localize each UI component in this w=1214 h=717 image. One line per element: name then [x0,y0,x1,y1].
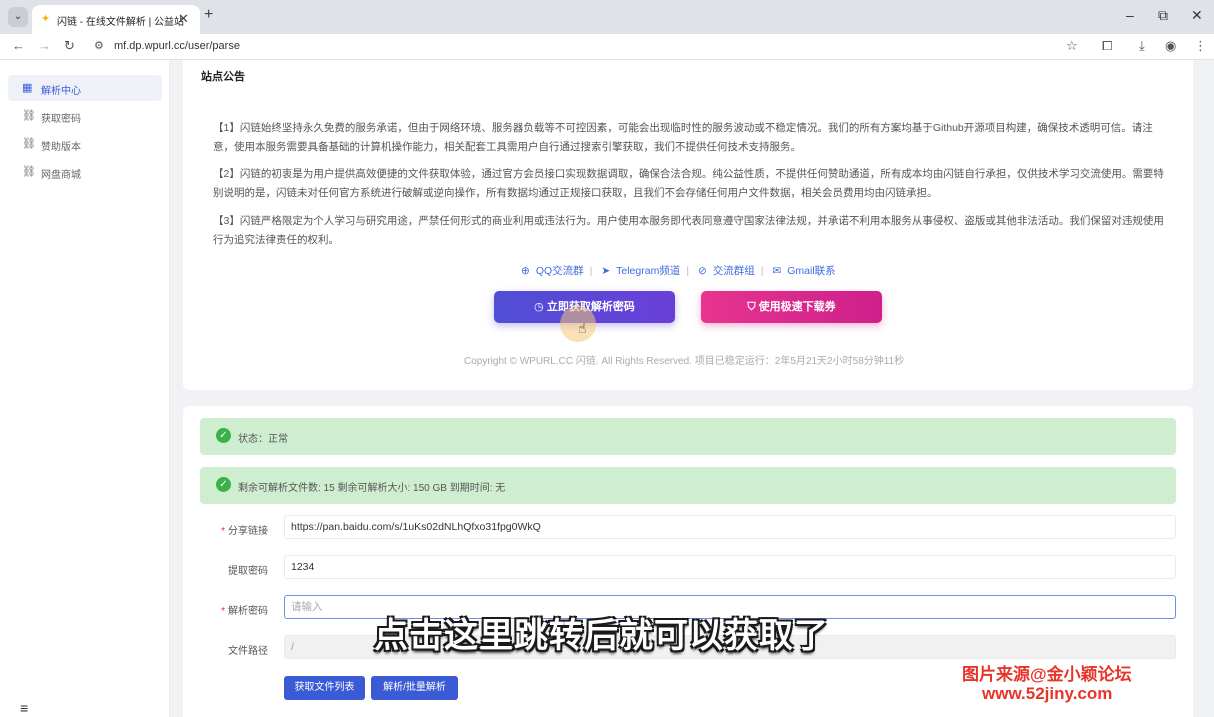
extensions-icon[interactable]: ⧠ [1102,38,1112,54]
profile-icon[interactable]: ◉ [1165,38,1176,54]
shield-icon: ⛉ [747,301,756,313]
tab-title: 闪链 - 在线文件解析 | 公益站 [57,17,185,28]
telegram-icon: ➤ [601,265,611,277]
announcement-title: 站点公告 [201,71,245,83]
globe-icon: ⊕ [521,265,530,277]
link-icon: ⛓ [22,138,36,150]
get-file-list-button[interactable]: 获取文件列表 [284,676,365,700]
grid-icon: ▦ [22,82,33,94]
watermark-url: www.52jiny.com [982,684,1113,703]
reload-icon[interactable]: ↻ [64,38,75,54]
status-alert: ✓ 状态：正常 [200,418,1176,455]
link-icon: ⛓ [22,110,36,122]
quota-alert: ✓ 剩余可解析文件数: 15 剩余可解析大小: 150 GB 到期时间: 无 [200,467,1176,504]
close-tab-icon[interactable]: ✕ [178,11,189,27]
sidebar-item-label: 网盘商城 [41,170,81,181]
file-path-label: 文件路径 [228,646,268,657]
announcement-paragraph: 【1】闪链始终坚持永久免费的服务承诺，但由于网络环境、服务器负载等不可控因素，可… [213,122,1153,153]
group-icon: ⊘ [697,265,707,277]
url-field[interactable]: ⚙ mf.dp.wpurl.cc/user/parse [88,37,1098,57]
browser-tabbar: ⌄ ✦ 闪链 - 在线文件解析 | 公益站 ✕ + – ⧉ ✕ [0,0,1214,34]
check-circle-icon: ✓ [216,477,231,492]
site-info-icon[interactable]: ⚙ [94,39,104,52]
collapse-menu-icon[interactable]: ≡ [20,700,28,716]
check-circle-icon: ✓ [216,428,231,443]
group-link[interactable]: 交流群组 [713,265,755,277]
link-icon: ⛓ [22,166,36,178]
watermark-source: 图片来源@金小颖论坛 [962,665,1132,684]
fast-download-coupon-label: 使用极速下载券 [758,301,836,313]
announcement-paragraph: 【2】闪链的初衷是为用户提供高效便捷的文件获取体验，通过官方会员接口实现数据调取… [213,168,1164,199]
sidebar-item-label: 赞助版本 [41,142,81,153]
hand-cursor-icon: ☝ [578,320,587,336]
share-link-input[interactable] [284,515,1176,539]
share-link-label: * 分享链接 [221,526,268,537]
minimize-icon[interactable]: – [1126,7,1134,23]
telegram-link[interactable]: Telegram频道 [616,265,680,277]
copyright-text: Copyright © WPURL.CC 闪链. All Rights Rese… [464,356,905,367]
announcement-paragraph: 【3】闪链严格限定为个人学习与研究用途，严禁任何形式的商业利用或违法行为。用户使… [213,215,1164,246]
sidebar-item-shop[interactable]: ⛓ 网盘商城 [8,159,162,185]
forward-icon[interactable]: → [38,38,51,53]
clock-icon: ◷ [534,301,544,313]
browser-tab[interactable]: ✦ 闪链 - 在线文件解析 | 公益站 ✕ [32,5,200,34]
sidebar-item-parse-center[interactable]: ▦ 解析中心 [8,75,162,101]
sidebar-item-sponsor[interactable]: ⛓ 赞助版本 [8,131,162,157]
download-icon[interactable]: ⤓ [1139,38,1145,54]
contact-links: ⊕ QQ交流群 | ➤ Telegram频道 | ⊘ 交流群组 | ✉ Gmail联系 [521,265,836,277]
sidebar: ▦ 解析中心 ⛓ 获取密码 ⛓ 赞助版本 ⛓ 网盘商城 ≡ [0,60,170,717]
qq-group-link[interactable]: QQ交流群 [536,265,584,277]
extract-code-input[interactable] [284,555,1176,579]
sidebar-item-get-password[interactable]: ⛓ 获取密码 [8,103,162,129]
parse-password-label: * 解析密码 [221,606,268,617]
address-bar: ← → ↻ ⚙ mf.dp.wpurl.cc/user/parse ☆ ⧠ ⤓ … [0,34,1214,60]
new-tab-icon[interactable]: + [204,6,213,24]
announcement-card: 站点公告 【1】闪链始终坚持永久免费的服务承诺，但由于网络环境、服务器负载等不可… [183,60,1193,390]
tab-list-chevron-icon[interactable]: ⌄ [8,7,28,27]
back-icon[interactable]: ← [12,38,25,53]
video-subtitle: 点击这里跳转后就可以获取了 [374,617,829,655]
sidebar-item-label: 获取密码 [41,114,81,125]
status-text: 状态：正常 [238,434,288,445]
fast-download-coupon-button[interactable]: ⛉ 使用极速下载券 [701,291,882,323]
menu-icon[interactable]: ⋮ [1194,38,1207,54]
window-close-icon[interactable]: ✕ [1191,7,1203,24]
gmail-link[interactable]: Gmail联系 [787,265,835,277]
url-text: mf.dp.wpurl.cc/user/parse [114,40,240,52]
favicon-icon: ✦ [41,13,51,25]
sidebar-item-label: 解析中心 [41,86,81,97]
quota-text: 剩余可解析文件数: 15 剩余可解析大小: 150 GB 到期时间: 无 [238,483,506,494]
restore-icon[interactable]: ⧉ [1158,7,1168,24]
batch-parse-button[interactable]: 解析/批量解析 [371,676,458,700]
mail-icon: ✉ [772,265,782,277]
bookmark-star-icon[interactable]: ☆ [1066,38,1078,54]
extract-code-label: 提取密码 [228,566,268,577]
